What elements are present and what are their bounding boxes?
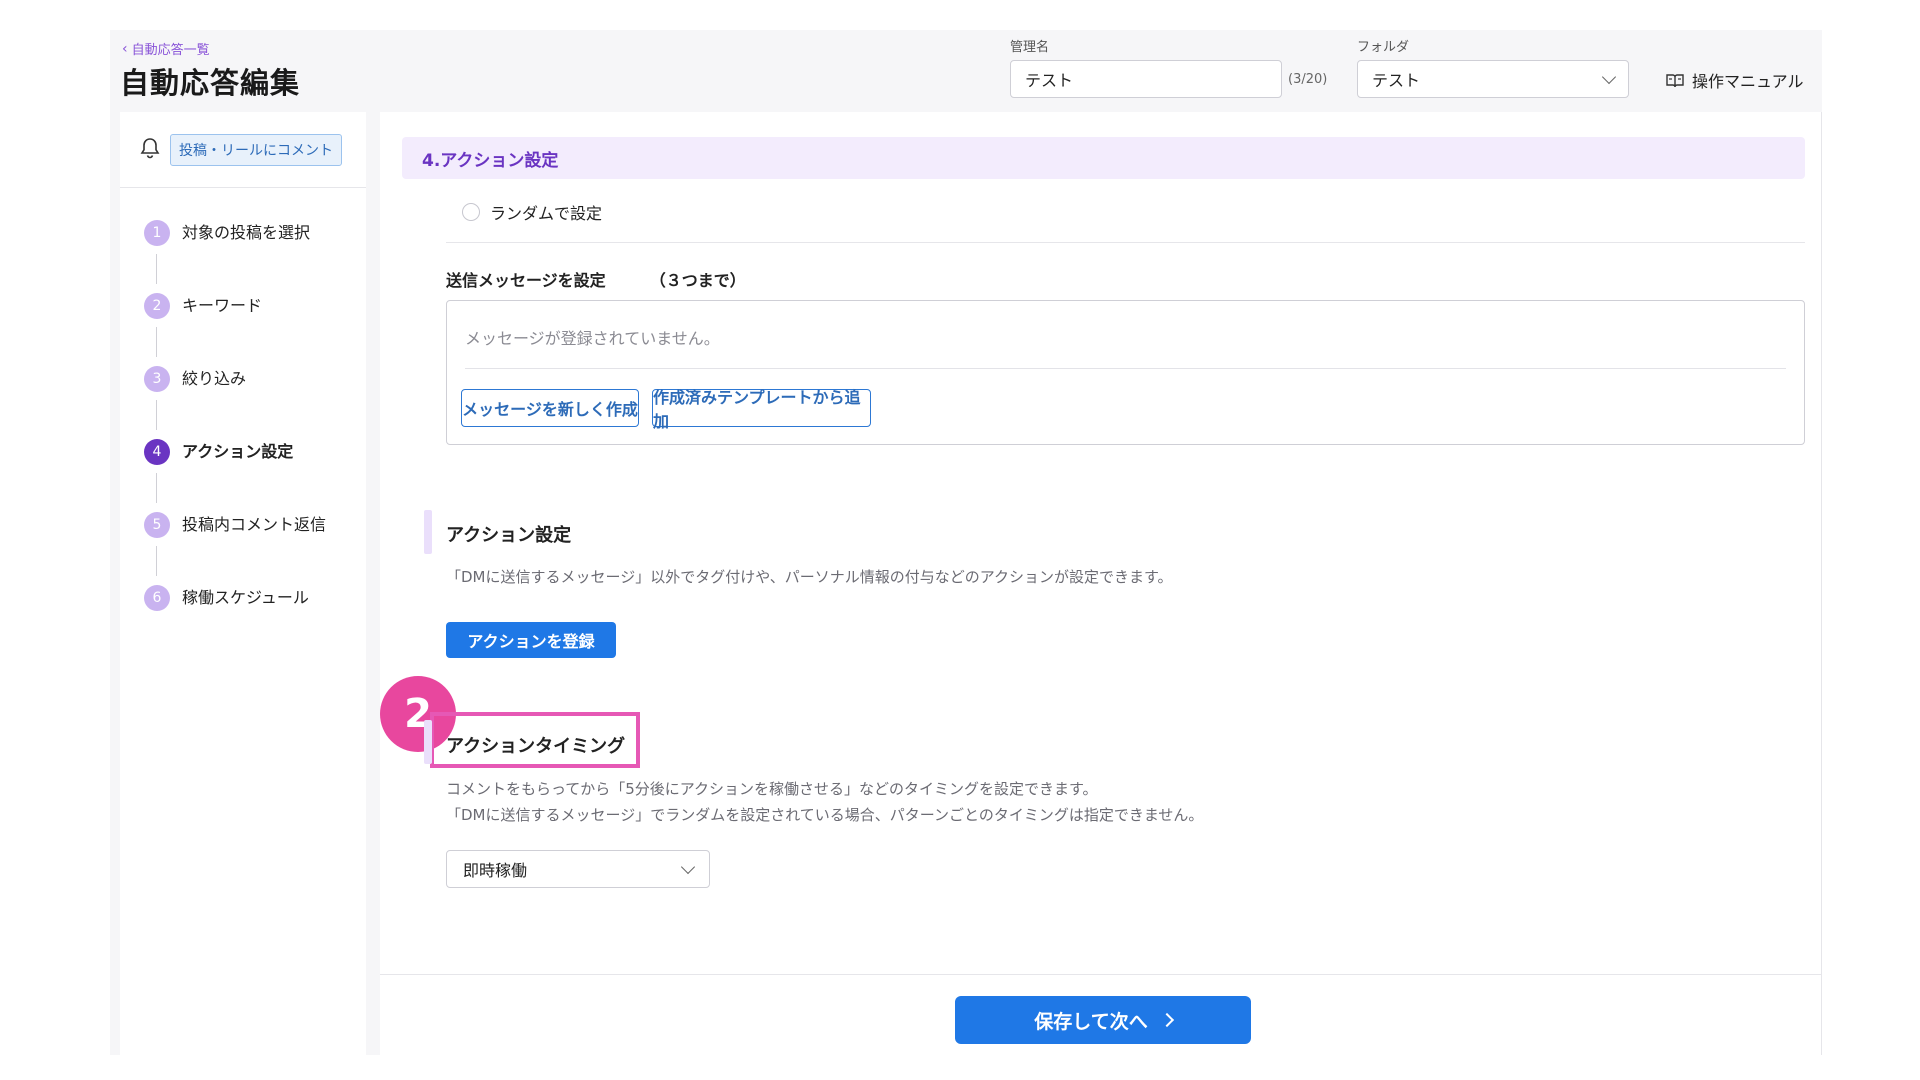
random-option-label: ランダムで設定: [490, 204, 603, 223]
step-connector: [156, 473, 157, 503]
new-message-button[interactable]: メッセージを新しく作成: [461, 389, 639, 427]
timing-select-value: 即時稼働: [463, 861, 528, 880]
step-item-6[interactable]: 6 稼働スケジュール: [144, 585, 326, 658]
chevron-down-icon: [1601, 69, 1617, 84]
footer-divider: [380, 974, 1822, 975]
chevron-down-icon: [680, 859, 696, 874]
step-label: 対象の投稿を選択: [182, 223, 311, 242]
step-item-4[interactable]: 4 アクション設定: [144, 439, 326, 512]
trigger-type: 投稿・リールにコメント: [120, 112, 366, 188]
step-number: 4: [144, 439, 170, 465]
page-title: 自動応答編集: [120, 66, 301, 100]
trigger-badge: 投稿・リールにコメント: [170, 133, 342, 166]
book-icon: [1666, 73, 1684, 88]
name-label: 管理名: [1010, 40, 1050, 55]
app-frame: ‹ 自動応答一覧 自動応答編集 管理名 テスト (3/20) フォルダ テスト …: [110, 30, 1822, 1055]
step-number: 1: [144, 220, 170, 246]
folder-select-value: テスト: [1372, 71, 1421, 90]
action-description: 「DMに送信するメッセージ」以外でタグ付けや、パーソナル情報の付与などのアクショ…: [446, 568, 1173, 586]
save-and-next-button[interactable]: 保存して次へ: [955, 996, 1251, 1044]
chevron-left-icon: ‹: [122, 40, 128, 57]
manual-link-label: 操作マニュアル: [1692, 72, 1804, 91]
main-panel: 4.アクション設定 ランダムで設定 送信メッセージを設定 （３つまで） メッセー…: [380, 112, 1822, 1055]
section-title: 4.アクション設定: [402, 137, 1805, 179]
step-number: 5: [144, 512, 170, 538]
page-header: ‹ 自動応答一覧 自動応答編集 管理名 テスト (3/20) フォルダ テスト …: [110, 30, 1822, 112]
step-number: 6: [144, 585, 170, 611]
back-link-label: 自動応答一覧: [131, 43, 210, 58]
step-connector: [156, 327, 157, 357]
sidebar: 投稿・リールにコメント 1 対象の投稿を選択 2 キーワード 3 絞り込み 4 …: [120, 112, 366, 1055]
message-heading-label: 送信メッセージを設定: [446, 271, 606, 290]
name-char-count: (3/20): [1288, 72, 1328, 87]
timing-select[interactable]: 即時稼働: [446, 850, 710, 888]
name-input-value: テスト: [1025, 71, 1074, 90]
radio-button[interactable]: [462, 203, 480, 221]
timing-description-2: 「DMに送信するメッセージ」でランダムを設定されている場合、パターンごとのタイミ…: [446, 806, 1204, 824]
message-limit-note: （３つまで）: [649, 271, 746, 290]
step-item-1[interactable]: 1 対象の投稿を選択: [144, 220, 326, 293]
back-link[interactable]: ‹ 自動応答一覧: [122, 39, 210, 59]
step-item-2[interactable]: 2 キーワード: [144, 293, 326, 366]
step-connector: [156, 400, 157, 430]
step-item-5[interactable]: 5 投稿内コメント返信: [144, 512, 326, 585]
step-list: 1 対象の投稿を選択 2 キーワード 3 絞り込み 4 アクション設定 5 投稿…: [144, 220, 326, 658]
chevron-right-icon: [1159, 1012, 1174, 1028]
folder-label: フォルダ: [1357, 40, 1410, 55]
timing-description-1: コメントをもらってから「5分後にアクションを稼働させる」などのタイミングを設定で…: [446, 780, 1098, 798]
section-marker: [424, 720, 432, 764]
name-input[interactable]: テスト: [1010, 60, 1282, 98]
step-item-3[interactable]: 3 絞り込み: [144, 366, 326, 439]
step-label: キーワード: [182, 296, 263, 315]
step-label: 投稿内コメント返信: [182, 515, 327, 534]
step-connector: [156, 254, 157, 284]
step-connector: [156, 546, 157, 576]
folder-select[interactable]: テスト: [1357, 60, 1629, 98]
message-list-box: メッセージが登録されていません。 メッセージを新しく作成 作成済みテンプレートか…: [446, 300, 1805, 445]
divider: [446, 242, 1805, 243]
timing-heading: アクションタイミング: [446, 736, 626, 757]
step-label: アクション設定: [182, 442, 294, 461]
step-label: 絞り込み: [182, 369, 247, 388]
step-number: 3: [144, 366, 170, 392]
manual-link[interactable]: 操作マニュアル: [1666, 68, 1804, 92]
step-label: 稼働スケジュール: [182, 588, 309, 607]
section-marker: [424, 510, 432, 554]
bell-icon: [140, 137, 160, 163]
register-action-button[interactable]: アクションを登録: [446, 622, 616, 658]
random-option[interactable]: ランダムで設定: [462, 200, 602, 224]
message-empty-text: メッセージが登録されていません。: [465, 329, 720, 348]
save-button-label: 保存して次へ: [1034, 1010, 1148, 1033]
step-number: 2: [144, 293, 170, 319]
divider: [465, 368, 1786, 369]
add-from-template-button[interactable]: 作成済みテンプレートから追加: [652, 388, 871, 431]
message-heading: 送信メッセージを設定 （３つまで）: [446, 267, 746, 291]
action-heading: アクション設定: [446, 525, 572, 546]
